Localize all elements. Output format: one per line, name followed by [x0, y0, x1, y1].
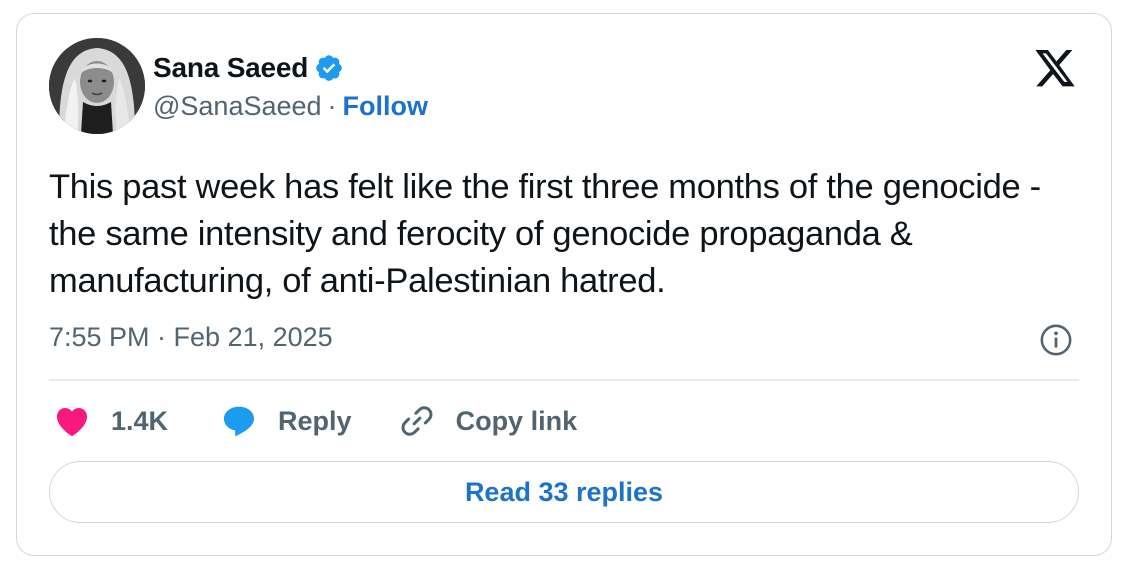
reply-label: Reply: [278, 405, 352, 436]
tweet-text: This past week has felt like the first t…: [49, 168, 1041, 300]
info-icon[interactable]: [1039, 323, 1073, 357]
action-bar: 1.4K Reply Copy link: [53, 399, 577, 443]
read-replies-button[interactable]: Read 33 replies: [49, 461, 1079, 523]
author-handle[interactable]: @SanaSaeed: [153, 91, 322, 122]
tweet-timestamp[interactable]: 7:55 PM · Feb 21, 2025: [49, 322, 333, 353]
tweet-card: Sana Saeed @SanaSaeed · Follow This past…: [16, 13, 1112, 556]
x-logo-icon[interactable]: [1033, 50, 1077, 90]
follow-button[interactable]: Follow: [343, 91, 428, 122]
verified-badge-icon: [316, 55, 343, 81]
copy-link-label: Copy link: [455, 405, 578, 436]
avatar[interactable]: [49, 38, 145, 134]
author-handle-row: @SanaSaeed · Follow: [153, 91, 428, 122]
link-icon: [401, 406, 433, 436]
separator-dot: ·: [327, 91, 337, 121]
author-name-row: Sana Saeed: [153, 50, 344, 86]
heart-icon: [56, 408, 88, 437]
speech-bubble-icon: [224, 406, 255, 437]
divider: [49, 379, 1079, 381]
copy-link-button[interactable]: Copy link: [398, 402, 578, 440]
reply-button[interactable]: Reply: [220, 402, 352, 440]
like-button[interactable]: 1.4K: [53, 402, 168, 440]
author-display-name[interactable]: Sana Saeed: [153, 52, 308, 84]
like-count: 1.4K: [111, 405, 169, 436]
avatar-photo: [49, 38, 145, 134]
